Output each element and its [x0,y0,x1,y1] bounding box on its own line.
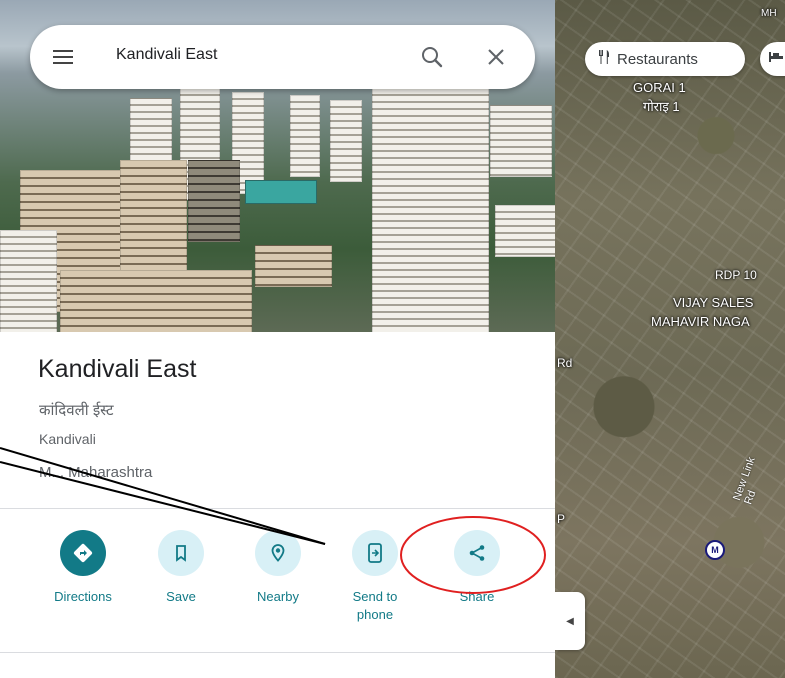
bed-icon [768,50,784,68]
chevron-left-icon: ◀ [566,615,574,627]
photo-building [490,105,552,177]
divider [0,652,555,653]
place-title: Kandivali East [38,355,197,383]
directions-icon [73,543,93,563]
photo-building [290,95,320,177]
menu-icon[interactable] [53,50,73,64]
map-label-mh: MH [761,8,777,19]
photo-building [120,160,187,272]
photo-court [245,180,317,204]
restaurants-chip-label: Restaurants [617,50,698,68]
restaurants-chip[interactable]: Restaurants [585,42,745,76]
close-icon[interactable] [482,43,510,71]
photo-building [495,205,555,257]
nearby-label: Nearby [257,589,299,604]
directions-label: Directions [54,589,112,604]
save-button[interactable]: Save [141,530,221,606]
metro-station-icon[interactable]: M [705,540,725,560]
photo-building [60,270,252,332]
map-label-rd: Rd [557,356,573,370]
fork-knife-icon [597,49,611,69]
place-area: Kandivali [39,431,96,447]
satellite-map[interactable]: MH GORAI 1 गोराइ 1 RDP 10 VIJAY SALES MA… [555,0,785,678]
place-region: M... Maharashtra [39,464,153,481]
map-label-p: P [557,512,566,526]
save-label: Save [166,589,196,604]
photo-building [372,88,489,332]
search-input[interactable]: Kandivali East [116,46,217,64]
photo-building [255,245,332,287]
collapse-panel-button[interactable]: ◀ [555,592,585,650]
send-to-phone-icon [368,543,382,563]
bookmark-icon [176,545,186,562]
share-label: Share [459,589,495,604]
place-panel: Kandivali East Kandivali East कांदिवली ई… [0,0,555,678]
map-label-gorai: GORAI 1 [633,80,686,95]
map-label-rdp: RDP 10 [715,268,757,282]
map-label-new-link-rd: New Link Rd [731,455,759,507]
divider [0,508,555,509]
share-icon [469,545,485,561]
section-heading-partial [40,668,44,678]
share-button[interactable]: Share [437,530,517,606]
map-label-gorai-local: गोराइ 1 [643,99,680,114]
photo-building [330,100,362,182]
photo-building [0,230,57,332]
nearby-icon [271,544,285,562]
photo-building [188,160,240,242]
place-local-name: कांदिवली ईस्ट [39,402,114,419]
directions-button[interactable]: Directions [43,530,123,606]
search-bar[interactable]: Kandivali East [30,25,535,89]
nearby-button[interactable]: Nearby [238,530,318,606]
map-label-mahavir-nagar: MAHAVIR NAGA [651,314,750,329]
search-icon[interactable] [418,43,446,71]
send-to-phone-label: Send to phone [352,589,398,622]
send-to-phone-button[interactable]: Send to phone [335,530,415,624]
map-label-vijay-sales: VIJAY SALES [673,295,754,310]
